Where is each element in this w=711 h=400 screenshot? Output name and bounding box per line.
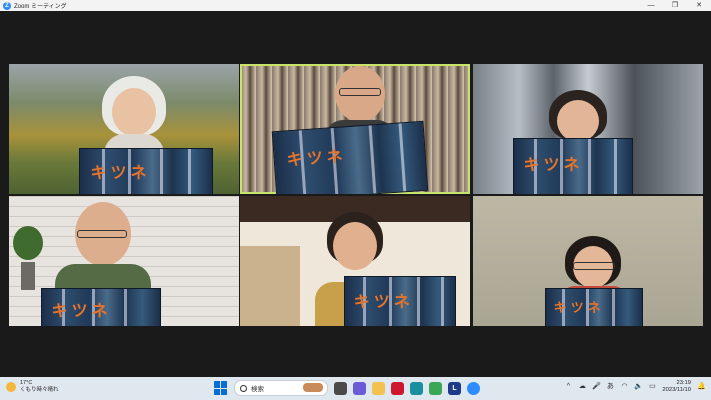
picture-book: キツネ bbox=[545, 288, 643, 326]
clock[interactable]: 23:19 2023/11/10 bbox=[662, 380, 691, 394]
taskbar-search[interactable]: 検索 bbox=[234, 380, 328, 396]
weather-desc: くもり時々晴れ bbox=[20, 387, 59, 393]
yahoo-icon[interactable] bbox=[391, 381, 404, 395]
zoom-logo-icon: Z bbox=[3, 1, 11, 10]
show-hidden-icons-button[interactable]: ^ bbox=[564, 383, 572, 391]
glasses bbox=[77, 230, 127, 238]
wifi-icon[interactable]: ◠ bbox=[620, 383, 628, 391]
glasses bbox=[573, 262, 615, 270]
book-title: キツネ bbox=[523, 155, 584, 175]
video-gallery: キツネ キツネ キツネ キツネ キツネ キツネ bbox=[0, 11, 711, 377]
minimize-button[interactable]: — bbox=[639, 0, 663, 11]
picture-book: キツネ bbox=[271, 120, 429, 194]
video-tile-5[interactable]: キツネ bbox=[240, 196, 470, 326]
clock-time: 23:19 bbox=[676, 380, 691, 386]
video-tile-3[interactable]: キツネ bbox=[473, 64, 703, 194]
edge-browser-icon[interactable] bbox=[410, 381, 423, 395]
battery-icon[interactable]: ▭ bbox=[648, 383, 656, 391]
book-title: キツネ bbox=[353, 292, 414, 311]
notification-bell-icon[interactable]: 🔔 bbox=[697, 383, 706, 391]
taskbar-apps: 検索 L bbox=[214, 380, 480, 396]
ime-indicator[interactable]: あ bbox=[606, 383, 614, 391]
start-button[interactable] bbox=[214, 381, 228, 395]
picture-book: キツネ bbox=[513, 138, 633, 194]
search-icon bbox=[240, 384, 247, 392]
file-explorer-icon[interactable] bbox=[372, 381, 385, 395]
zoom-app-icon[interactable] bbox=[467, 381, 480, 395]
system-tray: ^ ☁ 🎤 あ ◠ 🔈 ▭ 23:19 2023/11/10 🔔 bbox=[564, 380, 706, 394]
wooden-beam bbox=[240, 246, 300, 326]
participant-face bbox=[333, 222, 377, 270]
potted-plant bbox=[13, 226, 43, 260]
window-title: Zoom ミーティング bbox=[14, 4, 67, 10]
video-tile-1[interactable]: キツネ bbox=[9, 64, 239, 194]
app-l-icon[interactable]: L bbox=[448, 381, 461, 395]
video-tile-6[interactable]: キツネ bbox=[473, 196, 703, 326]
book-title: キツネ bbox=[553, 301, 605, 317]
window-controls: — ❐ ✕ bbox=[639, 0, 711, 11]
weather-icon bbox=[6, 382, 16, 392]
participant-face bbox=[557, 100, 599, 142]
search-placeholder: 検索 bbox=[251, 386, 264, 393]
picture-book: キツネ bbox=[41, 288, 161, 326]
book-title: キツネ bbox=[286, 146, 348, 170]
close-button[interactable]: ✕ bbox=[687, 0, 711, 11]
title-bar: Z Zoom ミーティング — ❐ ✕ bbox=[0, 0, 711, 11]
participant-face bbox=[112, 88, 156, 136]
video-tile-4[interactable]: キツネ bbox=[9, 196, 239, 326]
volume-icon[interactable]: 🔈 bbox=[634, 383, 643, 391]
clock-date: 2023/11/10 bbox=[662, 387, 691, 393]
chrome-icon[interactable] bbox=[429, 381, 442, 395]
taskbar: 17°C くもり時々晴れ 検索 L ^ ☁ 🎤 あ ◠ 🔈 ▭ 23:19 20… bbox=[0, 377, 711, 400]
plant-pot bbox=[21, 262, 35, 290]
picture-book: キツネ bbox=[344, 276, 456, 326]
teams-chat-icon[interactable] bbox=[353, 381, 366, 395]
maximize-button[interactable]: ❐ bbox=[663, 0, 687, 11]
microphone-icon[interactable]: 🎤 bbox=[592, 383, 601, 391]
picture-book: キツネ bbox=[79, 148, 213, 194]
search-highlight-icon bbox=[303, 383, 323, 392]
task-view-icon[interactable] bbox=[334, 381, 347, 395]
weather-widget[interactable]: 17°C くもり時々晴れ bbox=[6, 380, 59, 394]
book-title: キツネ bbox=[51, 301, 112, 321]
onedrive-icon[interactable]: ☁ bbox=[578, 383, 586, 391]
book-title: キツネ bbox=[90, 163, 151, 183]
video-tile-2[interactable]: キツネ bbox=[240, 64, 470, 194]
glasses bbox=[339, 88, 381, 96]
weather-temp: 17°C bbox=[20, 380, 33, 386]
